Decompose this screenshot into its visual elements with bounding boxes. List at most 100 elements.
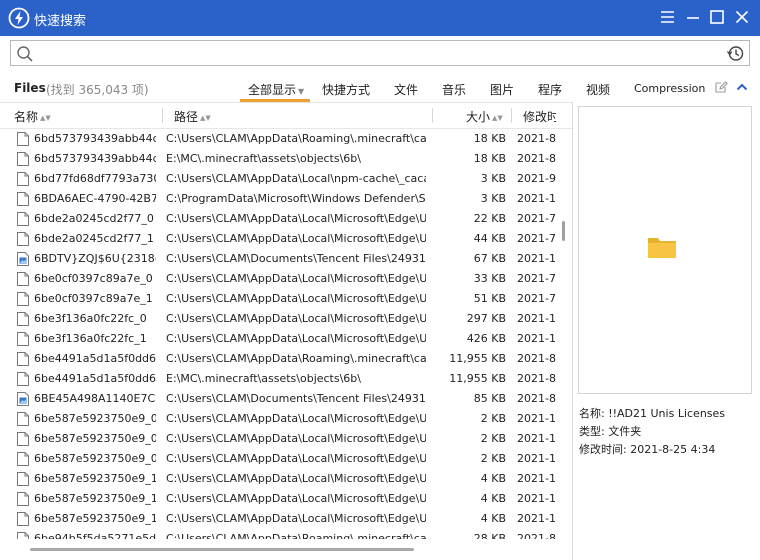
row-date: 2021-9-: [517, 172, 556, 185]
row-path: C:\Users\CLAM\AppData\Local\Microsoft\Ed…: [166, 472, 426, 485]
file-icon: [17, 432, 29, 446]
row-size: 51 KB: [473, 292, 506, 305]
table-row[interactable]: 6bd573793439abb44d... E:\MC\.minecraft\as…: [0, 149, 556, 169]
table-row[interactable]: 6be0cf0397c89a7e_1 C:\Users\CLAM\AppData\…: [0, 289, 556, 309]
column-modified[interactable]: 修改时: [523, 108, 556, 125]
table-row[interactable]: 6bd77fd68df7793a730... C:\Users\CLAM\AppD…: [0, 169, 556, 189]
column-name-label: 名称: [14, 110, 39, 124]
tab-programs[interactable]: 程序: [538, 81, 562, 98]
horizontal-scrollbar[interactable]: [0, 539, 556, 560]
row-date: 2021-7-: [517, 232, 556, 245]
table-row[interactable]: 6BDTV}ZQJ$6U{2318(... C:\Users\CLAM\Docum…: [0, 249, 556, 269]
column-path[interactable]: 路径 ▲▼: [174, 108, 211, 125]
pane-divider[interactable]: [572, 102, 573, 560]
row-name: 6be587e5923750e9_0: [34, 412, 156, 425]
preview-box: [578, 106, 752, 394]
search-icon: [17, 46, 33, 62]
row-name: 6BDA6AEC-4790-42B7...: [34, 192, 156, 205]
row-path: C:\Users\CLAM\AppData\Local\Microsoft\Ed…: [166, 232, 426, 245]
history-icon[interactable]: [726, 44, 745, 63]
results-list: 6bd573793439abb44d... C:\Users\CLAM\AppDa…: [0, 129, 556, 539]
row-date: 2021-10: [517, 332, 556, 345]
row-name: 6be94b5f5da5271e5d8: [34, 532, 156, 539]
horizontal-scroll-thumb[interactable]: [30, 548, 414, 551]
row-date: 2021-10: [517, 472, 556, 485]
tab-files[interactable]: 文件: [394, 81, 418, 98]
tab-images[interactable]: 图片: [490, 81, 514, 98]
file-icon: [17, 532, 29, 539]
filter-bar: Files (找到 365,043 项) 全部显示 ▼ 快捷方式 文件 音乐 图片…: [0, 74, 760, 102]
row-date: 2021-10: [517, 432, 556, 445]
preview-modified: 修改时间: 2021-8-25 4:34: [579, 443, 716, 456]
close-button[interactable]: [731, 6, 753, 28]
row-path: C:\Users\CLAM\AppData\Roaming\.minecraft…: [166, 352, 426, 365]
search-bar: [10, 40, 750, 66]
table-row[interactable]: 6be587e5923750e9_0 C:\Users\CLAM\AppData\…: [0, 429, 556, 449]
row-path: C:\Users\CLAM\AppData\Local\Microsoft\Ed…: [166, 452, 426, 465]
tab-all[interactable]: 全部显示 ▼: [248, 81, 304, 98]
table-row[interactable]: 6be3f136a0fc22fc_0 C:\Users\CLAM\AppData\…: [0, 309, 556, 329]
row-date: 2021-10: [517, 312, 556, 325]
column-header: 名称 ▲▼ 路径 ▲▼ 大小 ▲▼ 修改时: [0, 103, 572, 129]
file-icon: [17, 352, 29, 366]
row-path: C:\Users\CLAM\AppData\Local\Microsoft\Ed…: [166, 492, 426, 505]
file-icon: [17, 452, 29, 466]
maximize-icon: [710, 10, 724, 24]
table-row[interactable]: 6be587e5923750e9_0 C:\Users\CLAM\AppData\…: [0, 449, 556, 469]
minimize-button[interactable]: [682, 6, 704, 28]
file-icon: [17, 412, 29, 426]
row-size: 4 KB: [480, 512, 506, 525]
row-date: 2021-10: [517, 512, 556, 525]
row-name: 6BE45A498A1140E7C...: [34, 392, 156, 405]
table-row[interactable]: 6BDA6AEC-4790-42B7... C:\ProgramData\Micr…: [0, 189, 556, 209]
image-file-icon: [17, 392, 29, 406]
row-name: 6be587e5923750e9_1: [34, 472, 156, 485]
table-row[interactable]: 6be3f136a0fc22fc_1 C:\Users\CLAM\AppData\…: [0, 329, 556, 349]
file-icon: [17, 372, 29, 386]
table-row[interactable]: 6be587e5923750e9_1 C:\Users\CLAM\AppData\…: [0, 489, 556, 509]
row-date: 2021-8-: [517, 392, 556, 405]
table-row[interactable]: 6be4491a5d1a5f0dd6... C:\Users\CLAM\AppDa…: [0, 349, 556, 369]
edit-icon[interactable]: [714, 80, 728, 94]
title-bar: 快速搜索: [0, 0, 760, 36]
table-row[interactable]: 6bde2a0245cd2f77_0 C:\Users\CLAM\AppData\…: [0, 209, 556, 229]
row-name: 6be0cf0397c89a7e_1: [34, 292, 153, 305]
maximize-button[interactable]: [706, 6, 728, 28]
table-row[interactable]: 6be587e5923750e9_1 C:\Users\CLAM\AppData\…: [0, 509, 556, 529]
table-row[interactable]: 6bd573793439abb44d... C:\Users\CLAM\AppDa…: [0, 129, 556, 149]
row-name: 6bd77fd68df7793a730...: [34, 172, 156, 185]
row-name: 6be587e5923750e9_1: [34, 512, 156, 525]
row-name: 6be0cf0397c89a7e_0: [34, 272, 153, 285]
table-row[interactable]: 6be4491a5d1a5f0dd6... E:\MC\.minecraft\as…: [0, 369, 556, 389]
row-name: 6be587e5923750e9_0: [34, 432, 156, 445]
column-separator[interactable]: [511, 108, 512, 123]
row-date: 2021-10: [517, 192, 556, 205]
column-name[interactable]: 名称 ▲▼: [14, 108, 51, 125]
sort-icon: ▲▼: [492, 114, 503, 122]
table-row[interactable]: 6be587e5923750e9_1 C:\Users\CLAM\AppData\…: [0, 469, 556, 489]
row-path: E:\MC\.minecraft\assets\objects\6b\: [166, 152, 361, 165]
dropdown-caret-icon: ▼: [298, 87, 305, 96]
menu-button[interactable]: [656, 6, 678, 28]
file-icon: [17, 472, 29, 486]
tab-music[interactable]: 音乐: [442, 81, 466, 98]
table-row[interactable]: 6be94b5f5da5271e5d8 C:\Users\CLAM\AppData…: [0, 529, 556, 539]
vertical-scroll-thumb[interactable]: [562, 221, 565, 241]
tab-compression[interactable]: Compression: [634, 82, 705, 95]
row-date: 2021-10: [517, 412, 556, 425]
column-separator[interactable]: [432, 108, 433, 123]
row-size: 3 KB: [480, 172, 506, 185]
tab-videos[interactable]: 视频: [586, 81, 610, 98]
table-row[interactable]: 6bde2a0245cd2f77_1 C:\Users\CLAM\AppData\…: [0, 229, 556, 249]
row-name: 6be587e5923750e9_0: [34, 452, 156, 465]
tab-shortcuts[interactable]: 快捷方式: [322, 81, 370, 98]
row-size: 28 KB: [473, 532, 506, 539]
chevron-up-icon[interactable]: [735, 80, 749, 94]
table-row[interactable]: 6BE45A498A1140E7C... C:\Users\CLAM\Docume…: [0, 389, 556, 409]
search-input[interactable]: [39, 43, 719, 63]
column-size[interactable]: 大小 ▲▼: [466, 108, 503, 125]
table-row[interactable]: 6be0cf0397c89a7e_0 C:\Users\CLAM\AppData\…: [0, 269, 556, 289]
vertical-scrollbar[interactable]: [556, 129, 572, 539]
table-row[interactable]: 6be587e5923750e9_0 C:\Users\CLAM\AppData\…: [0, 409, 556, 429]
column-separator[interactable]: [162, 108, 163, 123]
